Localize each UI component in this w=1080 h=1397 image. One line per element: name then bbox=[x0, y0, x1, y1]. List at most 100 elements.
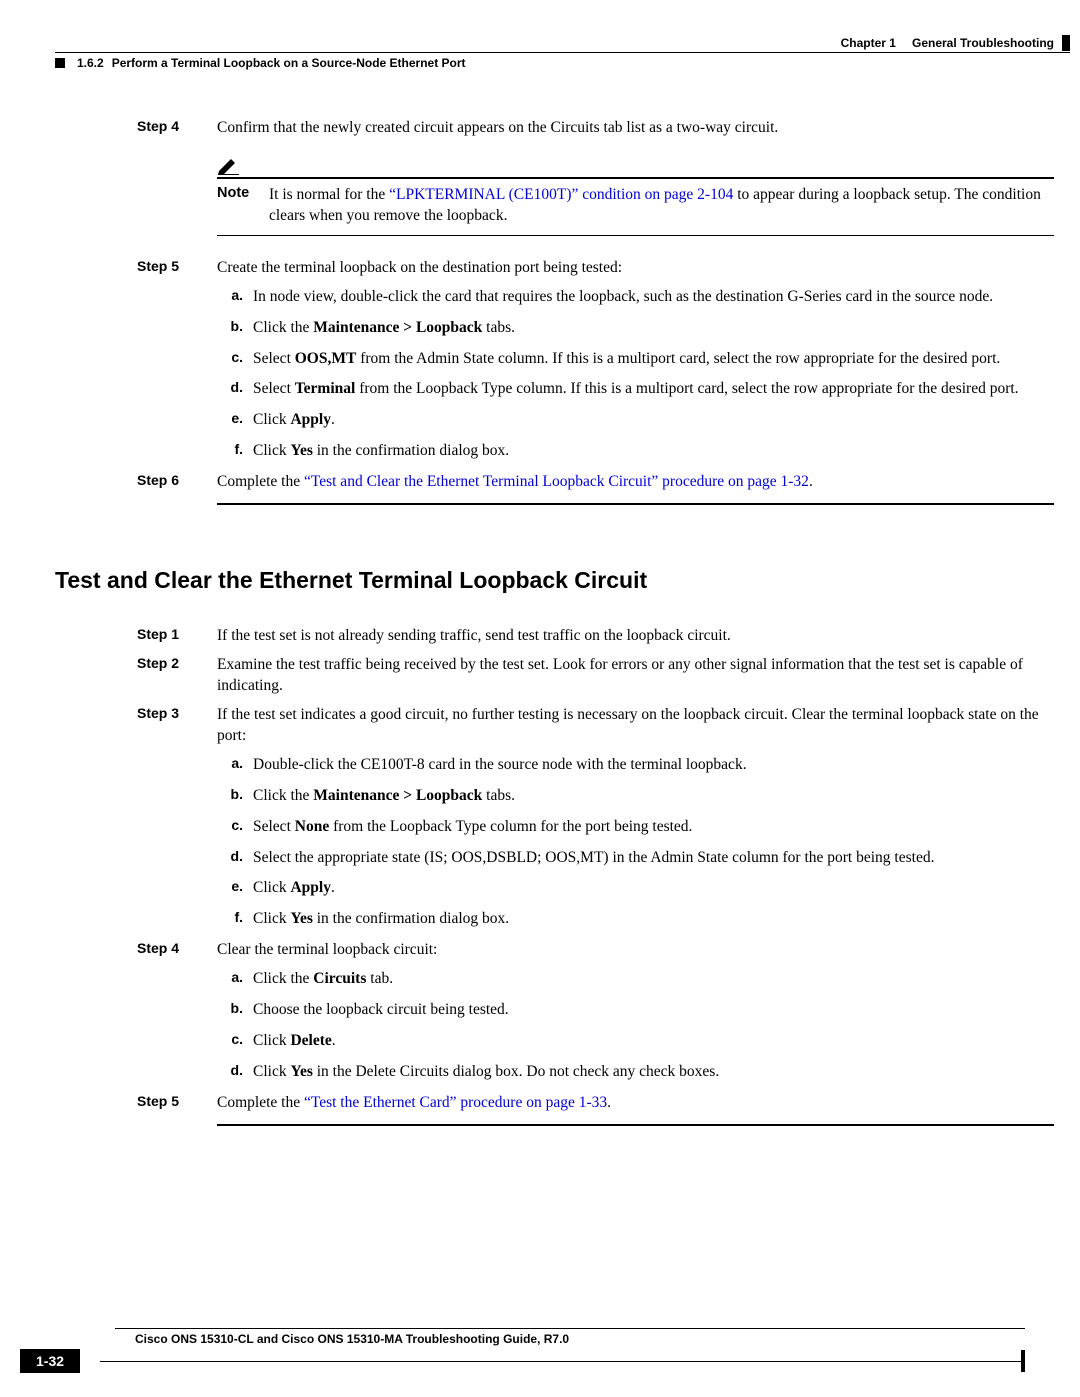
substep-body: Select OOS,MT from the Admin State colum… bbox=[253, 349, 1054, 370]
header-end-mark bbox=[1062, 35, 1070, 51]
substep-body: Click Apply. bbox=[253, 878, 1054, 899]
substep-body: Click Yes in the confirmation dialog box… bbox=[253, 909, 1054, 930]
step-label: Step 6 bbox=[137, 472, 217, 488]
t: Click the bbox=[253, 787, 313, 804]
heading-2: Test and Clear the Ethernet Terminal Loo… bbox=[55, 567, 1054, 594]
step-row: Step 4 Confirm that the newly created ci… bbox=[55, 118, 1054, 139]
substep-body: Click the Maintenance > Loopback tabs. bbox=[253, 318, 1054, 339]
t: Select bbox=[253, 350, 295, 367]
t: . bbox=[809, 473, 813, 490]
substep-c: c. Select None from the Loopback Type co… bbox=[217, 817, 1054, 838]
bold: None bbox=[295, 818, 329, 835]
t: in the confirmation dialog box. bbox=[313, 910, 509, 927]
pencil-icon bbox=[217, 157, 1054, 175]
substep-label: a. bbox=[217, 755, 243, 776]
note-text: It is normal for the “LPKTERMINAL (CE100… bbox=[269, 185, 1054, 227]
substep-label: a. bbox=[217, 287, 243, 308]
t: Click bbox=[253, 1063, 290, 1080]
step-label: Step 5 bbox=[137, 258, 217, 274]
t: Click bbox=[253, 910, 290, 927]
substep-e: e. Click Apply. bbox=[217, 878, 1054, 899]
bold: Delete bbox=[290, 1032, 331, 1049]
step-label: Step 4 bbox=[137, 118, 217, 134]
note-row: Note It is normal for the “LPKTERMINAL (… bbox=[217, 185, 1054, 227]
substep-body: Choose the loopback circuit being tested… bbox=[253, 1000, 1054, 1021]
substep-label: c. bbox=[217, 349, 243, 370]
substep-label: b. bbox=[217, 318, 243, 339]
substep-e: e. Click Apply. bbox=[217, 410, 1054, 431]
bold: Maintenance > Loopback bbox=[313, 787, 482, 804]
step-body: Complete the “Test and Clear the Etherne… bbox=[217, 472, 1054, 493]
step-row: Step 6 Complete the “Test and Clear the … bbox=[55, 472, 1054, 493]
step-label: Step 4 bbox=[137, 940, 217, 956]
substep-b: b. Choose the loopback circuit being tes… bbox=[217, 1000, 1054, 1021]
substep-body: Select None from the Loopback Type colum… bbox=[253, 817, 1054, 838]
chapter-label: Chapter 1 bbox=[841, 36, 896, 50]
note-link[interactable]: “LPKTERMINAL (CE100T)” condition on page… bbox=[389, 186, 733, 203]
bold: Maintenance > Loopback bbox=[313, 319, 482, 336]
substep-a: a. Click the Circuits tab. bbox=[217, 969, 1054, 990]
t: . bbox=[607, 1094, 611, 1111]
step-row: Step 3 If the test set indicates a good … bbox=[55, 705, 1054, 747]
step-row: Step 5 Complete the “Test the Ethernet C… bbox=[55, 1093, 1054, 1114]
substep-body: Double-click the CE100T-8 card in the so… bbox=[253, 755, 1054, 776]
step-label: Step 1 bbox=[137, 626, 217, 642]
bold: Circuits bbox=[313, 970, 366, 987]
bold: OOS,MT bbox=[295, 350, 357, 367]
substep-b: b. Click the Maintenance > Loopback tabs… bbox=[217, 318, 1054, 339]
end-rule bbox=[217, 503, 1054, 505]
t: from the Admin State column. If this is … bbox=[356, 350, 1000, 367]
bold: Terminal bbox=[295, 380, 356, 397]
t: in the Delete Circuits dialog box. Do no… bbox=[313, 1063, 719, 1080]
page: Chapter 1 General Troubleshooting 1.6.2 … bbox=[0, 0, 1080, 1397]
xref-link[interactable]: “Test and Clear the Ethernet Terminal Lo… bbox=[304, 473, 809, 490]
section-title: Perform a Terminal Loopback on a Source-… bbox=[112, 56, 466, 70]
t: Complete the bbox=[217, 473, 304, 490]
step-body: Examine the test traffic being received … bbox=[217, 655, 1054, 697]
bold: Yes bbox=[290, 910, 312, 927]
substep-label: d. bbox=[217, 379, 243, 400]
t: Click the bbox=[253, 970, 313, 987]
step-label: Step 5 bbox=[137, 1093, 217, 1109]
substeps: a. Click the Circuits tab. b. Choose the… bbox=[217, 969, 1054, 1083]
section-header: 1.6.2 Perform a Terminal Loopback on a S… bbox=[55, 56, 1070, 70]
note-rule-bottom bbox=[217, 235, 1054, 236]
xref-link[interactable]: “Test the Ethernet Card” procedure on pa… bbox=[304, 1094, 607, 1111]
substep-d: d. Select the appropriate state (IS; OOS… bbox=[217, 848, 1054, 869]
substep-d: d. Click Yes in the Delete Circuits dial… bbox=[217, 1062, 1054, 1083]
t: Click the bbox=[253, 319, 313, 336]
step-label: Step 3 bbox=[137, 705, 217, 721]
substep-body: In node view, double-click the card that… bbox=[253, 287, 1054, 308]
substep-d: d. Select Terminal from the Loopback Typ… bbox=[217, 379, 1054, 400]
page-content: Step 4 Confirm that the newly created ci… bbox=[55, 118, 1054, 1126]
footer-end-mark bbox=[1021, 1350, 1025, 1372]
substep-f: f. Click Yes in the confirmation dialog … bbox=[217, 441, 1054, 462]
t: tabs. bbox=[482, 319, 515, 336]
note-pre: It is normal for the bbox=[269, 186, 389, 203]
t: from the Loopback Type column for the po… bbox=[329, 818, 692, 835]
substep-label: b. bbox=[217, 786, 243, 807]
page-footer: Cisco ONS 15310-CL and Cisco ONS 15310-M… bbox=[20, 1328, 1025, 1373]
header-rule bbox=[55, 52, 1070, 53]
running-header: Chapter 1 General Troubleshooting bbox=[55, 35, 1070, 51]
t: Complete the bbox=[217, 1094, 304, 1111]
step-row: Step 5 Create the terminal loopback on t… bbox=[55, 258, 1054, 279]
t: Click bbox=[253, 411, 290, 428]
substep-label: d. bbox=[217, 848, 243, 869]
step-body: Complete the “Test the Ethernet Card” pr… bbox=[217, 1093, 1054, 1114]
step-body: Create the terminal loopback on the dest… bbox=[217, 258, 1054, 279]
substep-c: c. Select OOS,MT from the Admin State co… bbox=[217, 349, 1054, 370]
substep-a: a. Double-click the CE100T-8 card in the… bbox=[217, 755, 1054, 776]
substep-body: Click the Circuits tab. bbox=[253, 969, 1054, 990]
t: Click bbox=[253, 442, 290, 459]
substep-label: c. bbox=[217, 1031, 243, 1052]
substep-label: d. bbox=[217, 1062, 243, 1083]
step-body: If the test set indicates a good circuit… bbox=[217, 705, 1054, 747]
t: Select bbox=[253, 818, 295, 835]
substep-body: Click Delete. bbox=[253, 1031, 1054, 1052]
substep-label: e. bbox=[217, 878, 243, 899]
t: . bbox=[331, 879, 335, 896]
t: from the Loopback Type column. If this i… bbox=[355, 380, 1018, 397]
footer-title: Cisco ONS 15310-CL and Cisco ONS 15310-M… bbox=[135, 1329, 1025, 1349]
t: . bbox=[331, 411, 335, 428]
